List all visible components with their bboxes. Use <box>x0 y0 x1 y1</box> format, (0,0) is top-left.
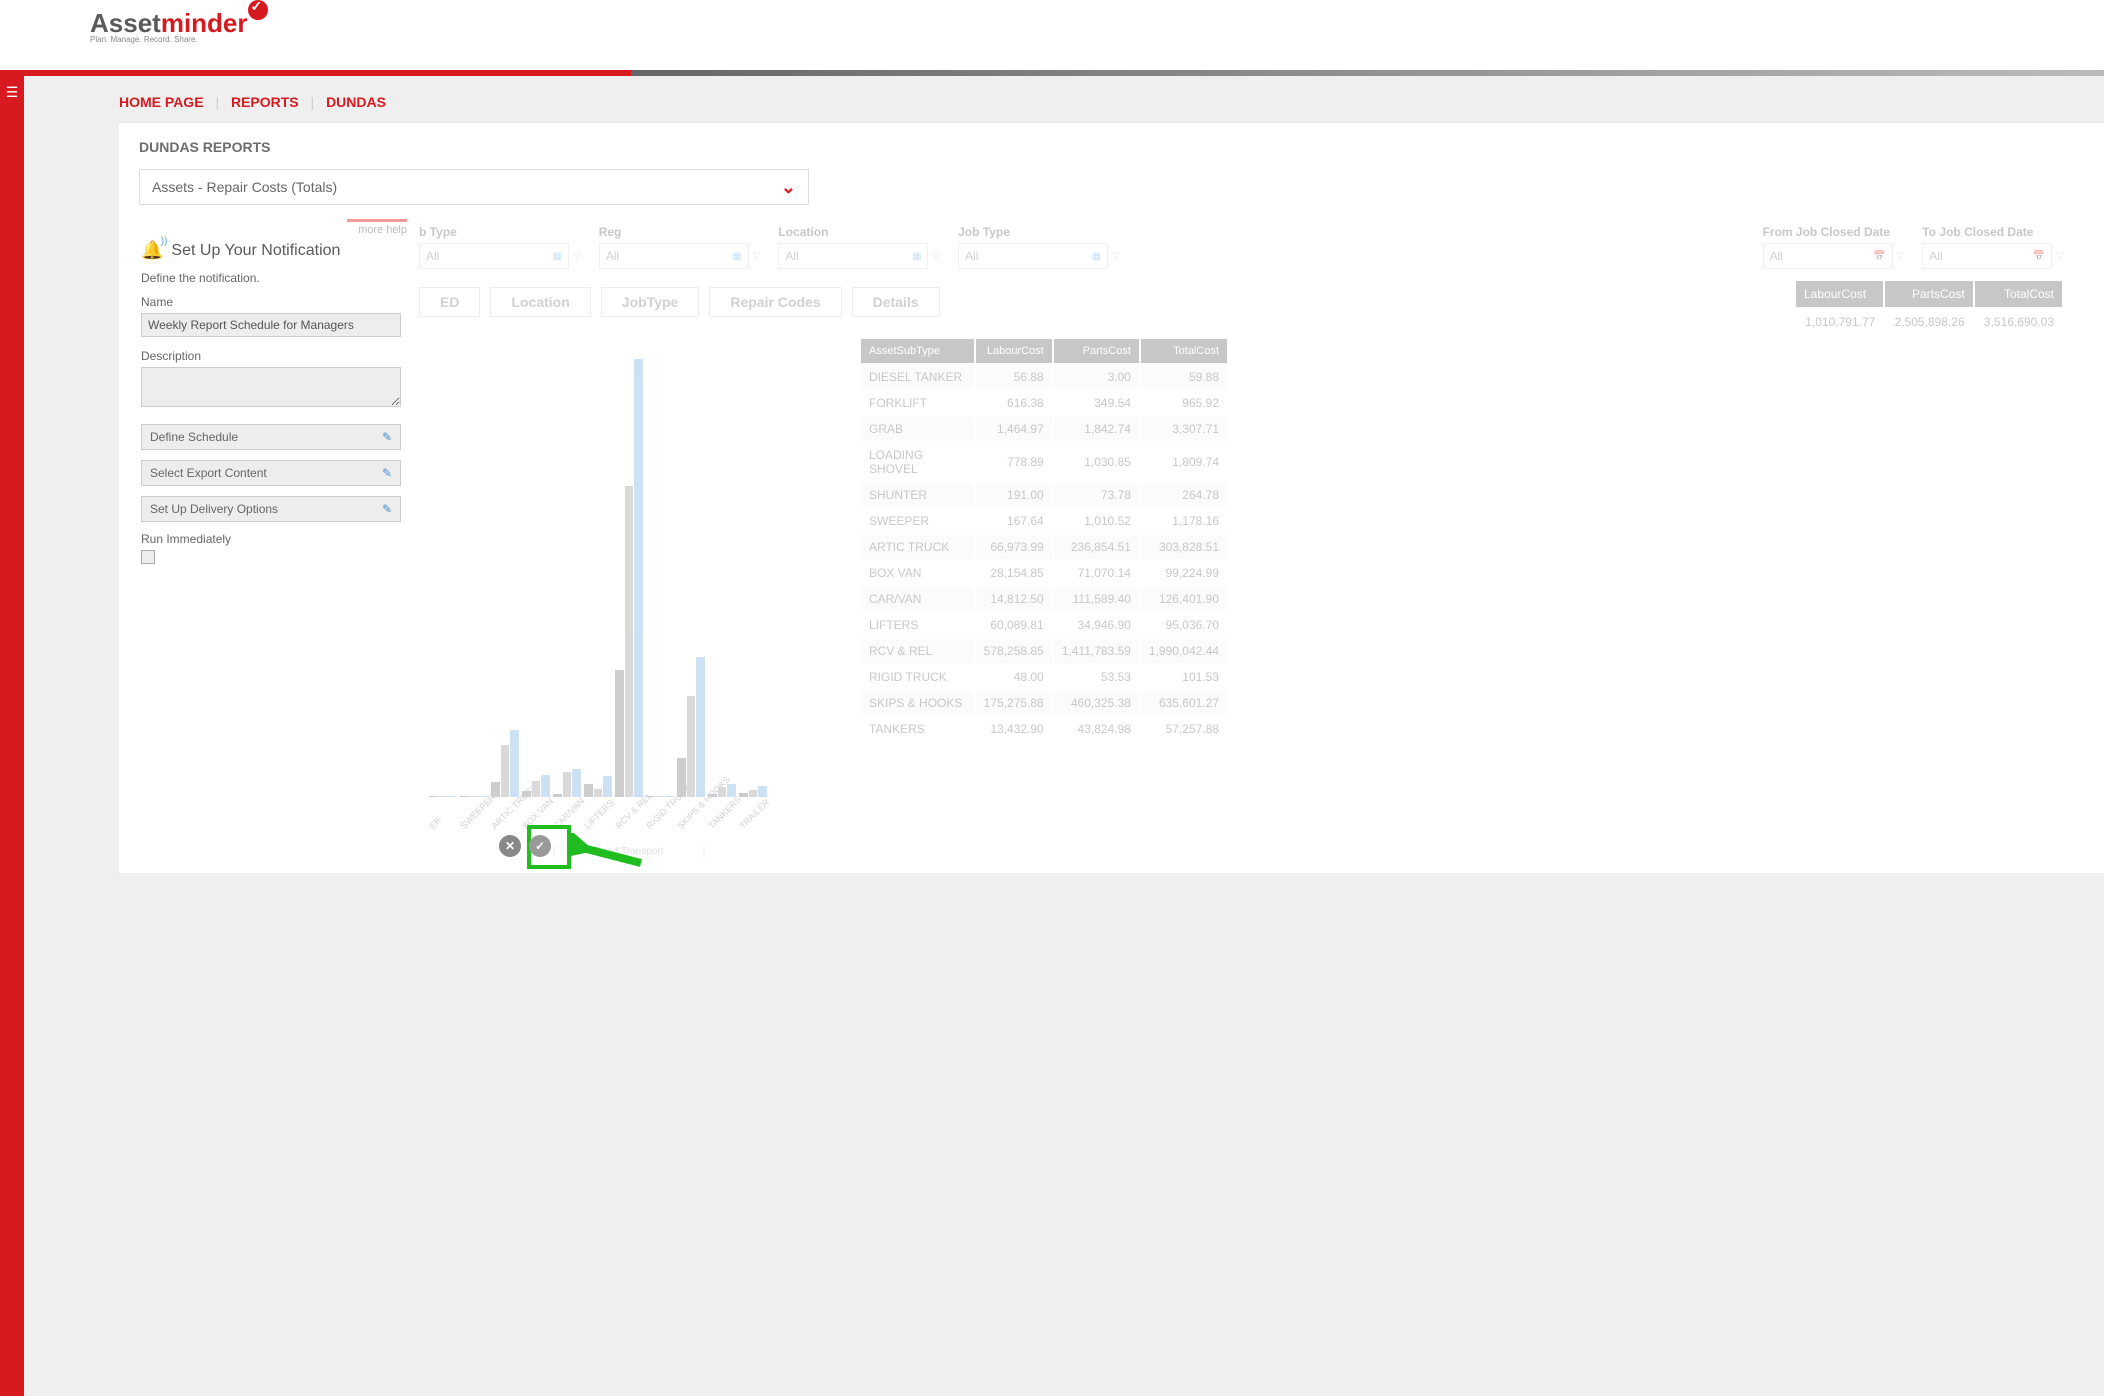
table-row[interactable]: SHUNTER191.0073.78264.78 <box>861 483 1227 507</box>
bar-group: SWEEPER <box>460 796 488 797</box>
bar-group: TRAILER <box>739 786 767 797</box>
logo-text-2: minder <box>161 8 248 38</box>
table-row[interactable]: LOADING SHOVEL778.891,030.851,809.74 <box>861 443 1227 481</box>
panel-title: DUNDAS REPORTS <box>139 139 2084 155</box>
pill-jobtype[interactable]: JobType <box>601 287 700 317</box>
description-label: Description <box>141 349 407 363</box>
report-dropdown-value: Assets - Repair Costs (Totals) <box>152 179 337 195</box>
table-row[interactable]: LIFTERS60,089.8134,946.9095,036.70 <box>861 613 1227 637</box>
arrow-annotation <box>571 833 651 873</box>
filter-location: Location All▦▽ <box>778 225 940 269</box>
bar-group: ER <box>429 796 457 797</box>
run-immediately-label: Run Immediately <box>141 532 407 546</box>
pill-location[interactable]: Location <box>490 287 590 317</box>
description-textarea[interactable] <box>141 367 401 407</box>
confirm-button[interactable]: ✓ <box>529 835 551 857</box>
data-table: AssetSubTypeLabourCostPartsCostTotalCost… <box>859 337 1229 857</box>
main-content: HOME PAGE | REPORTS | DUNDAS DUNDAS REPO… <box>24 76 2104 1396</box>
table-row[interactable]: BOX VAN28,154.8571,070.1499,224.99 <box>861 561 1227 585</box>
define-schedule-button[interactable]: Define Schedule ✎ <box>141 424 401 450</box>
action-buttons: ✕ ✓ <box>499 835 551 857</box>
bar-group: TANKERS <box>708 784 736 797</box>
chevron-down-icon: ⌄ <box>781 177 796 198</box>
table-row[interactable]: SWEEPER167.641,010.521,178.16 <box>861 509 1227 533</box>
report-panel: DUNDAS REPORTS Assets - Repair Costs (To… <box>119 122 2104 873</box>
summary-table: LabourCostPartsCostTotalCost 1,010,791.7… <box>1794 279 2064 337</box>
bar-group: RCV & REL <box>615 359 643 797</box>
logo-text-1: Asset <box>90 8 161 38</box>
header: Assetminder Plan. Manage. Record. Share. <box>0 0 2104 70</box>
logo-tagline: Plan. Manage. Record. Share. <box>90 35 2014 44</box>
filter-from-date: From Job Closed Date All📅▽ <box>1763 225 1905 269</box>
cancel-button[interactable]: ✕ <box>499 835 521 857</box>
pill-repaircodes[interactable]: Repair Codes <box>709 287 841 317</box>
name-input[interactable] <box>141 313 401 337</box>
bar-group: RIGID TRUCK <box>646 796 674 797</box>
bell-icon: 🔔)) <box>141 240 163 261</box>
report-dropdown[interactable]: Assets - Repair Costs (Totals) ⌄ <box>139 169 809 205</box>
pencil-icon: ✎ <box>382 466 392 480</box>
pencil-icon: ✎ <box>382 502 392 516</box>
sidebar: ☰ <box>0 76 24 1396</box>
select-export-content-button[interactable]: Select Export Content ✎ <box>141 460 401 486</box>
notification-title: Set Up Your Notification <box>171 242 340 260</box>
bar-chart: ERSWEEPERARTIC TRUCKBOX VANCAR/VANLIFTER… <box>419 337 839 857</box>
hamburger-icon[interactable]: ☰ <box>0 76 24 109</box>
bar-group: SKIPS & HOOKS <box>677 657 705 797</box>
breadcrumb: HOME PAGE | REPORTS | DUNDAS <box>119 88 2104 122</box>
color-strip <box>0 70 2104 76</box>
table-row[interactable]: GRAB1,464.971,842.743,307.71 <box>861 417 1227 441</box>
table-row[interactable]: FORKLIFT616.38349.54965.92 <box>861 391 1227 415</box>
filter-subtype: b Type All▦▽ <box>419 225 581 269</box>
name-label: Name <box>141 295 407 309</box>
notification-subtitle: Define the notification. <box>141 271 407 285</box>
table-row[interactable]: CAR/VAN14,812.50111,589.40126,401.90 <box>861 587 1227 611</box>
table-row[interactable]: RIGID TRUCK48.0053.53101.53 <box>861 665 1227 689</box>
bar-group: ARTIC TRUCK <box>491 730 519 797</box>
filter-to-date: To Job Closed Date All📅▽ <box>1922 225 2064 269</box>
filter-jobtype: Job Type All▦▽ <box>958 225 1120 269</box>
bar-group: CAR/VAN <box>553 769 581 797</box>
breadcrumb-reports[interactable]: REPORTS <box>231 94 299 110</box>
setup-delivery-options-button[interactable]: Set Up Delivery Options ✎ <box>141 496 401 522</box>
pill-details[interactable]: Details <box>852 287 940 317</box>
pencil-icon: ✎ <box>382 430 392 444</box>
breadcrumb-home[interactable]: HOME PAGE <box>119 94 204 110</box>
breadcrumb-current[interactable]: DUNDAS <box>326 94 386 110</box>
table-row[interactable]: TANKERS13,432.9043,824.9857,257.88 <box>861 717 1227 741</box>
bar-group: BOX VAN <box>522 775 550 797</box>
more-help-link[interactable]: more help <box>141 224 407 236</box>
run-immediately-checkbox[interactable] <box>141 550 155 564</box>
table-row[interactable]: DIESEL TANKER56.883.0059.88 <box>861 365 1227 389</box>
pill-ed[interactable]: ED <box>419 287 480 317</box>
dimmed-report: b Type All▦▽ Reg All▦▽ Location All▦▽ <box>139 215 2084 857</box>
table-row[interactable]: ARTIC TRUCK66,973.99236,854.51303,828.51 <box>861 535 1227 559</box>
table-row[interactable]: RCV & REL578,258.851,411,783.591,990,042… <box>861 639 1227 663</box>
filter-reg: Reg All▦▽ <box>599 225 761 269</box>
bar-group: LIFTERS <box>584 776 612 797</box>
table-row[interactable]: SKIPS & HOOKS175,275.88460,325.38635,601… <box>861 691 1227 715</box>
logo-check-icon <box>248 0 268 20</box>
notification-panel: more help 🔔)) Set Up Your Notification D… <box>139 211 409 572</box>
